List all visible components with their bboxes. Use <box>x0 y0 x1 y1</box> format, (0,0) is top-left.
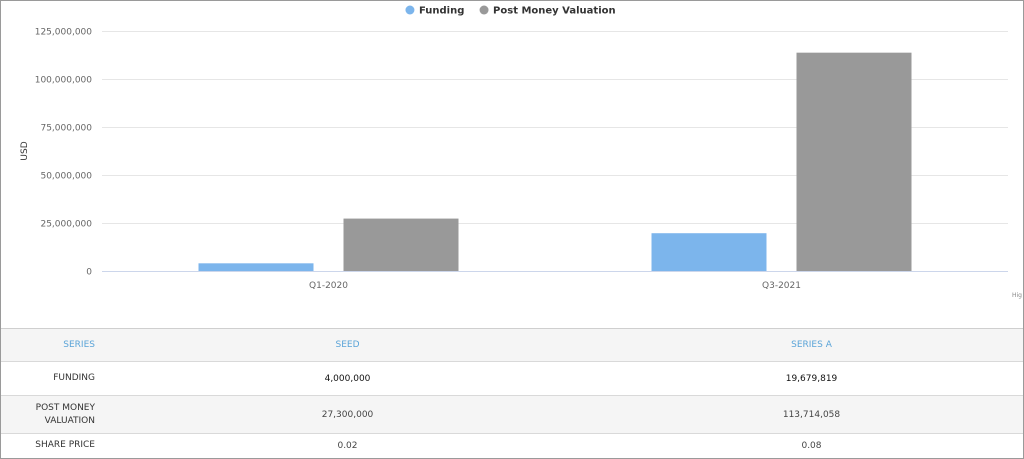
bar-funding-1[interactable] <box>651 233 767 271</box>
header-series-a: SERIES A <box>791 340 832 350</box>
y-axis-title: USD <box>20 141 30 160</box>
funding-table: SERIES SEED SERIES A FUNDING 4,000,000 1… <box>1 328 1023 458</box>
bar-valuation-1[interactable] <box>796 52 912 272</box>
row-label-share-price: SHARE PRICE <box>35 440 95 451</box>
y-tick-label: 100,000,000 <box>35 76 93 86</box>
funding-chart: Funding Post Money Valuation 0 25,000,000 5… <box>1 1 1023 327</box>
funding-seed-value: 4,000,000 <box>324 373 371 384</box>
x-tick-label: Q1-2020 <box>309 281 348 291</box>
legend-item-1[interactable]: Post Money Valuation <box>479 5 616 17</box>
row-label-valuation-line2: VALUATION <box>44 415 95 426</box>
table-row: POST MONEY VALUATION 27,300,000 113,714,… <box>1 395 1023 434</box>
legend-marker <box>405 5 415 15</box>
y-tick-label: 0 <box>86 268 92 278</box>
chart-credits[interactable]: Hig <box>1012 292 1022 299</box>
header-seed: SEED <box>335 340 360 350</box>
valuation-seed-value: 27,300,000 <box>321 409 374 420</box>
row-label-valuation: POST MONEY VALUATION <box>1 396 95 434</box>
y-tick-label: 125,000,000 <box>35 28 93 38</box>
legend-item-0[interactable]: Funding <box>405 5 464 17</box>
table-row: SHARE PRICE 0.02 0.08 <box>1 433 1023 458</box>
chart-svg: Funding Post Money Valuation 0 25,000,000 5… <box>20 5 1022 299</box>
row-label-funding: FUNDING <box>53 373 95 383</box>
funding-panel: Funding Post Money Valuation 0 25,000,000 5… <box>0 0 1024 459</box>
table-header-row: SERIES SEED SERIES A <box>1 328 1023 362</box>
x-axis-ticks: Q1-2020 Q3-2021 <box>309 281 801 291</box>
bar-funding-0[interactable] <box>198 263 314 271</box>
y-tick-label: 50,000,000 <box>40 172 92 182</box>
share-price-series-a-value: 0.08 <box>801 440 822 451</box>
table-row: FUNDING 4,000,000 19,679,819 <box>1 361 1023 396</box>
row-label-valuation-line1: POST MONEY <box>35 402 95 413</box>
chart-legend[interactable]: Funding Post Money Valuation <box>405 5 616 17</box>
x-tick-label: Q3-2021 <box>762 281 801 291</box>
legend-label: Funding <box>419 6 464 17</box>
y-tick-label: 25,000,000 <box>40 220 92 230</box>
header-series-label: SERIES <box>63 340 95 350</box>
y-tick-label: 75,000,000 <box>40 124 92 134</box>
legend-label: Post Money Valuation <box>493 6 616 17</box>
share-price-seed-value: 0.02 <box>337 440 358 451</box>
bar-valuation-0[interactable] <box>343 218 459 271</box>
y-axis-ticks: 0 25,000,000 50,000,000 75,000,000 100,000,0… <box>35 28 93 278</box>
funding-series-a-value: 19,679,819 <box>785 373 838 384</box>
legend-marker <box>479 5 489 15</box>
bars[interactable] <box>198 52 912 272</box>
valuation-series-a-value: 113,714,058 <box>782 409 841 420</box>
